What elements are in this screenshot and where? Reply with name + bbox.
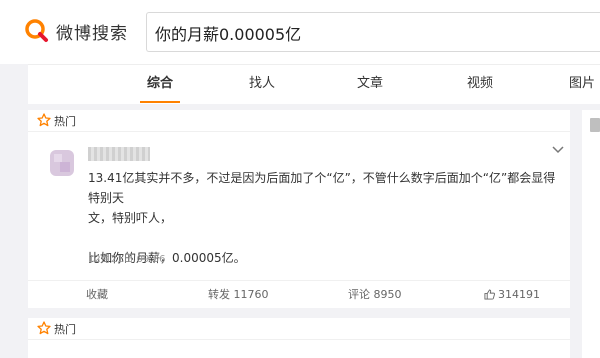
avatar[interactable] <box>48 148 76 178</box>
tab-label: 图片 <box>568 76 595 91</box>
logo-text: 微博搜索 <box>56 23 128 44</box>
card-header: 热门 <box>28 318 570 340</box>
tab-comprehensive[interactable]: 综合 <box>140 65 180 105</box>
tab-images[interactable]: 图片 <box>564 65 600 105</box>
like-count[interactable]: 314191 <box>498 281 540 309</box>
active-tab-indicator <box>140 101 180 103</box>
section-label: 热门 <box>54 323 76 336</box>
search-input[interactable] <box>155 21 595 45</box>
star-icon <box>37 113 51 127</box>
post-text-line: 13.41亿其实并不多，不过是因为后面加了个“亿”，不管什么数字后面加个“亿”都… <box>88 171 556 205</box>
comment-button[interactable]: 评论 8950 <box>348 281 402 309</box>
post-timestamp[interactable]: 12月21日 09:36 <box>88 250 165 265</box>
document-icon[interactable] <box>590 118 600 132</box>
weibo-search-logo[interactable]: 微博搜索 <box>24 18 128 44</box>
repost-button[interactable]: 转发 11760 <box>208 281 269 309</box>
top-bar: 微博搜索 <box>0 0 600 64</box>
thumbs-up-icon[interactable] <box>484 289 495 300</box>
section-label: 热门 <box>54 115 76 128</box>
collect-button[interactable]: 收藏 <box>86 281 108 309</box>
tab-label: 视频 <box>466 76 493 91</box>
card-header: 热门 <box>28 110 570 132</box>
star-icon <box>37 321 51 335</box>
chevron-down-icon[interactable] <box>552 146 564 154</box>
tab-articles[interactable]: 文章 <box>350 65 390 105</box>
post-actions: 收藏 转发 11760 评论 8950 314191 <box>28 280 570 308</box>
weibo-post-card: 热门 13.41亿其实并不多，不过是因为后面加了个“亿”，不管什么数字后面加个“… <box>28 110 570 308</box>
tab-people[interactable]: 找人 <box>242 65 282 105</box>
tab-label: 综合 <box>146 76 173 91</box>
tab-label: 找人 <box>248 76 275 91</box>
search-logo-icon <box>25 19 48 42</box>
post-text-line: 文，特别吓人， <box>88 211 173 225</box>
hot-section-card: 热门 <box>28 318 570 358</box>
tab-label: 文章 <box>356 76 383 91</box>
tab-videos[interactable]: 视频 <box>460 65 500 105</box>
search-box[interactable] <box>146 12 600 52</box>
search-tabs: 综合 找人 文章 视频 图片 <box>28 64 600 104</box>
right-sidebar <box>582 110 600 358</box>
username-blurred[interactable] <box>88 147 150 161</box>
